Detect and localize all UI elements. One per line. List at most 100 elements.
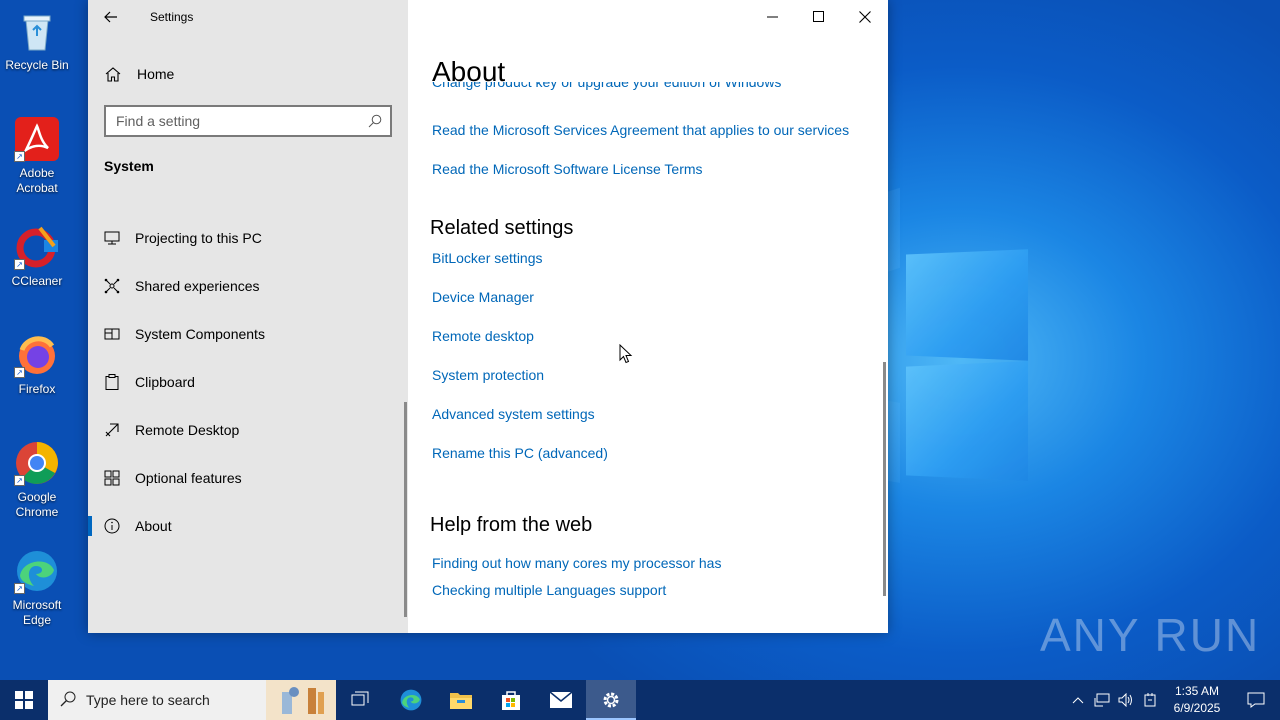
search-highlight-illustration-icon (266, 680, 336, 720)
advanced-system-settings-link[interactable]: Advanced system settings (432, 406, 595, 422)
system-protection-link[interactable]: System protection (432, 367, 544, 383)
services-agreement-link[interactable]: Read the Microsoft Services Agreement th… (432, 122, 849, 138)
nav-home[interactable]: Home (88, 56, 408, 92)
taskbar-file-explorer[interactable] (436, 680, 486, 720)
adobe-acrobat-icon: ↗ (14, 116, 60, 162)
help-from-web-heading: Help from the web (430, 514, 593, 536)
minimize-button[interactable] (750, 0, 796, 34)
nav-home-label: Home (137, 66, 175, 82)
desktop-icon-adobe-acrobat[interactable]: ↗ Adobe Acrobat (4, 116, 70, 196)
rename-pc-link[interactable]: Rename this PC (advanced) (432, 445, 608, 461)
close-button[interactable] (842, 0, 888, 34)
search-icon (368, 114, 382, 133)
mail-icon (549, 691, 573, 708)
chrome-icon: ↗ (14, 440, 60, 486)
remote-desktop-icon (89, 422, 135, 438)
maximize-button[interactable] (796, 0, 842, 34)
nav-item-optional-features[interactable]: Optional features (88, 458, 408, 498)
chevron-up-icon (1072, 697, 1084, 704)
mouse-cursor-icon (619, 344, 633, 364)
taskbar-settings[interactable] (586, 680, 636, 720)
nav-scrollbar[interactable] (404, 402, 407, 617)
nav-item-about[interactable]: About (88, 506, 408, 546)
taskbar-search-text: Type here to search (86, 692, 210, 708)
info-icon (89, 518, 135, 534)
maximize-icon (813, 11, 824, 22)
selection-indicator (88, 516, 92, 536)
notification-icon (1247, 692, 1265, 708)
desktop-icon-label: CCleaner (11, 274, 63, 288)
edge-icon (400, 689, 422, 711)
taskbar-store[interactable] (486, 680, 536, 720)
action-center-button[interactable] (1232, 680, 1280, 720)
license-terms-link[interactable]: Read the Microsoft Software License Term… (432, 161, 703, 177)
components-icon (89, 328, 135, 340)
watermark: ANY RUN (1040, 609, 1261, 661)
nav-item-remote-desktop[interactable]: Remote Desktop (88, 410, 408, 450)
back-button[interactable] (88, 0, 134, 34)
shortcut-arrow-icon: ↗ (14, 367, 25, 378)
clock[interactable]: 1:35 AM 6/9/2025 (1162, 683, 1232, 717)
nav-item-system-components[interactable]: System Components (88, 314, 408, 354)
desktop-icon-label: Microsoft Edge (12, 598, 62, 627)
desktop-icon-ccleaner[interactable]: ↗ CCleaner (4, 224, 70, 289)
app-title: Settings (150, 10, 194, 24)
back-arrow-icon (104, 11, 117, 23)
shortcut-arrow-icon: ↗ (14, 475, 25, 486)
volume-button[interactable] (1114, 680, 1138, 720)
nav-item-shared-experiences[interactable]: Shared experiences (88, 266, 408, 306)
shared-experiences-icon (89, 278, 135, 294)
nav-item-projecting[interactable]: Projecting to this PC (88, 218, 408, 258)
languages-support-help-link[interactable]: Checking multiple Languages support (432, 582, 666, 598)
desktop-icon-firefox[interactable]: ↗ Firefox (4, 332, 70, 397)
desktop-icon-label: Recycle Bin (5, 58, 69, 72)
file-explorer-icon (450, 693, 472, 709)
search-icon (60, 691, 76, 710)
optional-features-icon (89, 470, 135, 486)
taskbar-mail[interactable] (536, 680, 586, 720)
close-icon (859, 11, 871, 23)
nav-item-label: Clipboard (135, 374, 195, 390)
windows-logo-icon (15, 691, 33, 709)
settings-gear-icon (603, 692, 619, 708)
content-scrollbar[interactable] (883, 362, 886, 596)
partially-hidden-link-text: Change product key or upgrade your editi… (432, 82, 782, 90)
device-manager-link[interactable]: Device Manager (432, 289, 534, 305)
recycle-bin-icon (14, 8, 60, 54)
device-icon (1144, 693, 1156, 707)
battery-button[interactable] (1138, 680, 1162, 720)
clock-time: 1:35 AM (1174, 684, 1220, 698)
firefox-icon: ↗ (14, 332, 60, 378)
shortcut-arrow-icon: ↗ (14, 259, 25, 270)
nav-item-label: Remote Desktop (135, 422, 240, 438)
desktop-icon-recycle-bin[interactable]: Recycle Bin (4, 8, 70, 73)
projector-icon (89, 231, 135, 245)
shortcut-arrow-icon: ↗ (14, 151, 25, 162)
desktop-icon-label: Firefox (18, 382, 56, 396)
clipboard-icon (89, 374, 135, 390)
taskbar-edge[interactable] (386, 680, 436, 720)
settings-nav-pane: Settings Home System Projecting to this … (88, 0, 408, 633)
network-button[interactable] (1090, 680, 1114, 720)
nav-item-clipboard[interactable]: Clipboard (88, 362, 408, 402)
nav-item-label: Shared experiences (135, 278, 260, 294)
show-hidden-icons-button[interactable] (1066, 680, 1090, 720)
desktop-icon-google-chrome[interactable]: ↗ Google Chrome (4, 440, 70, 520)
system-tray: 1:35 AM 6/9/2025 (1066, 680, 1280, 720)
desktop-icon-label: Google Chrome (15, 490, 59, 519)
taskbar-task-view[interactable] (336, 680, 386, 720)
desktop-icon-microsoft-edge[interactable]: ↗ Microsoft Edge (4, 548, 70, 628)
taskbar-search-box[interactable]: Type here to search (48, 680, 336, 720)
start-button[interactable] (0, 680, 48, 720)
find-setting-search[interactable] (104, 105, 392, 137)
minimize-icon (767, 16, 778, 18)
ccleaner-icon: ↗ (14, 224, 60, 270)
processor-cores-help-link[interactable]: Finding out how many cores my processor … (432, 555, 721, 571)
search-input[interactable] (106, 107, 356, 135)
windows-logo-pane (906, 361, 1029, 481)
nav-item-label: Optional features (135, 470, 242, 486)
remote-desktop-link[interactable]: Remote desktop (432, 328, 534, 344)
partially-hidden-link[interactable]: Change product key or upgrade your editi… (432, 82, 852, 99)
desktop-icon-label: Adobe Acrobat (16, 166, 58, 195)
bitlocker-settings-link[interactable]: BitLocker settings (432, 250, 543, 266)
